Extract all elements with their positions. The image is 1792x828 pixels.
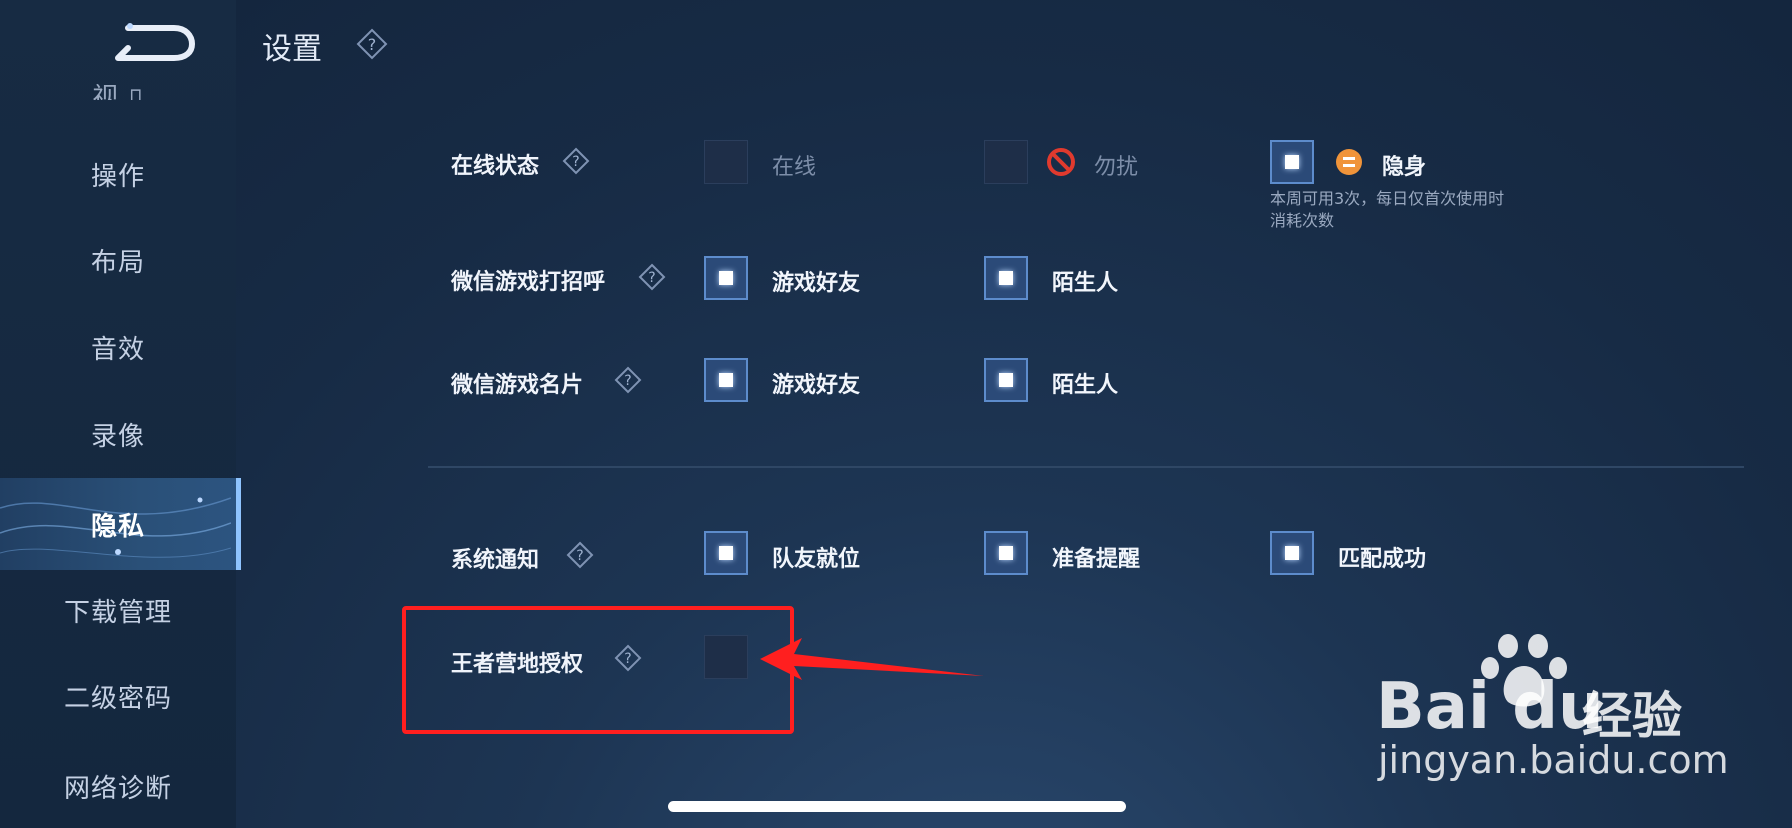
- wechat-card-label: 微信游戏名片: [451, 373, 584, 398]
- online-checkbox[interactable]: [704, 140, 748, 184]
- card-strangers-label: 陌生人: [1052, 373, 1119, 398]
- sidebar-item-label: 布局: [90, 247, 145, 278]
- help-icon[interactable]: ?: [356, 28, 388, 60]
- sidebar-item-label: 二级密码: [63, 683, 172, 714]
- help-icon[interactable]: ?: [566, 541, 594, 569]
- system-notify-label: 系统通知: [451, 548, 540, 573]
- greeting-strangers-label: 陌生人: [1052, 271, 1119, 296]
- sidebar-item-label: 录像: [90, 421, 145, 452]
- sidebar-item-network-diagnosis[interactable]: 网络诊断: [0, 746, 236, 826]
- sidebar-item-label: 下载管理: [63, 597, 172, 628]
- sidebar-item-label: 音效: [90, 334, 145, 365]
- sidebar-item-secondary-password[interactable]: 二级密码: [0, 656, 236, 736]
- section-divider: [428, 466, 1744, 468]
- wechat-greeting-label: 微信游戏打招呼: [451, 270, 606, 295]
- teammate-ready-label: 队友就位: [772, 547, 861, 572]
- invisible-badge-icon: [1336, 149, 1362, 175]
- help-icon[interactable]: ?: [614, 366, 642, 394]
- invisible-usage-note: 本周可用3次，每日仅首次使用时消耗次数: [1270, 189, 1505, 230]
- match-success-checkbox[interactable]: [1270, 531, 1314, 575]
- card-friends-label: 游戏好友: [772, 373, 861, 398]
- online-option-label: 在线: [772, 155, 817, 180]
- teammate-ready-checkbox[interactable]: [704, 531, 748, 575]
- help-icon[interactable]: ?: [638, 263, 666, 291]
- help-icon[interactable]: ?: [562, 147, 590, 175]
- card-strangers-checkbox[interactable]: [984, 358, 1028, 402]
- sidebar-item-view[interactable]: 视 ▯: [0, 50, 236, 100]
- no-entry-icon: [1047, 148, 1075, 176]
- invisible-checkbox[interactable]: [1270, 140, 1314, 184]
- watermark-url: jingyan.baidu.com: [1378, 738, 1729, 782]
- svg-text:?: ?: [572, 154, 579, 170]
- sidebar-item-label: 视 ▯: [92, 83, 144, 100]
- sidebar: 视 ▯ 操作 布局 音效 录像 隐私 下载管理 二级密码 网络诊断: [0, 0, 241, 828]
- annotation-highlight-box: [402, 606, 794, 734]
- sidebar-item-layout[interactable]: 布局: [0, 220, 236, 300]
- svg-text:?: ?: [576, 548, 583, 564]
- annotation-arrow-icon: [760, 638, 984, 680]
- sidebar-item-privacy[interactable]: 隐私: [0, 478, 241, 570]
- page-title: 设置: [262, 32, 322, 67]
- ready-reminder-checkbox[interactable]: [984, 531, 1028, 575]
- watermark-logo-text: Bai du: [1376, 670, 1604, 744]
- online-status-label: 在线状态: [451, 154, 540, 179]
- dnd-checkbox[interactable]: [984, 140, 1028, 184]
- greeting-friends-label: 游戏好友: [772, 271, 861, 296]
- sidebar-item-controls[interactable]: 操作: [0, 134, 236, 214]
- svg-text:?: ?: [368, 35, 377, 54]
- home-indicator[interactable]: [668, 801, 1126, 812]
- sidebar-item-label: 网络诊断: [63, 773, 172, 804]
- sidebar-item-replay[interactable]: 录像: [0, 394, 236, 474]
- sidebar-item-sound[interactable]: 音效: [0, 307, 236, 387]
- dnd-option-label: 勿扰: [1094, 155, 1139, 180]
- invisible-option-label: 隐身: [1382, 155, 1427, 180]
- greeting-friends-checkbox[interactable]: [704, 256, 748, 300]
- card-friends-checkbox[interactable]: [704, 358, 748, 402]
- sidebar-item-downloads[interactable]: 下载管理: [0, 570, 236, 650]
- svg-text:?: ?: [624, 373, 631, 389]
- match-success-label: 匹配成功: [1338, 547, 1427, 572]
- svg-text:?: ?: [648, 270, 655, 286]
- greeting-strangers-checkbox[interactable]: [984, 256, 1028, 300]
- sidebar-item-label: 隐私: [90, 511, 145, 542]
- sidebar-item-label: 操作: [90, 161, 145, 192]
- ready-reminder-label: 准备提醒: [1052, 547, 1141, 572]
